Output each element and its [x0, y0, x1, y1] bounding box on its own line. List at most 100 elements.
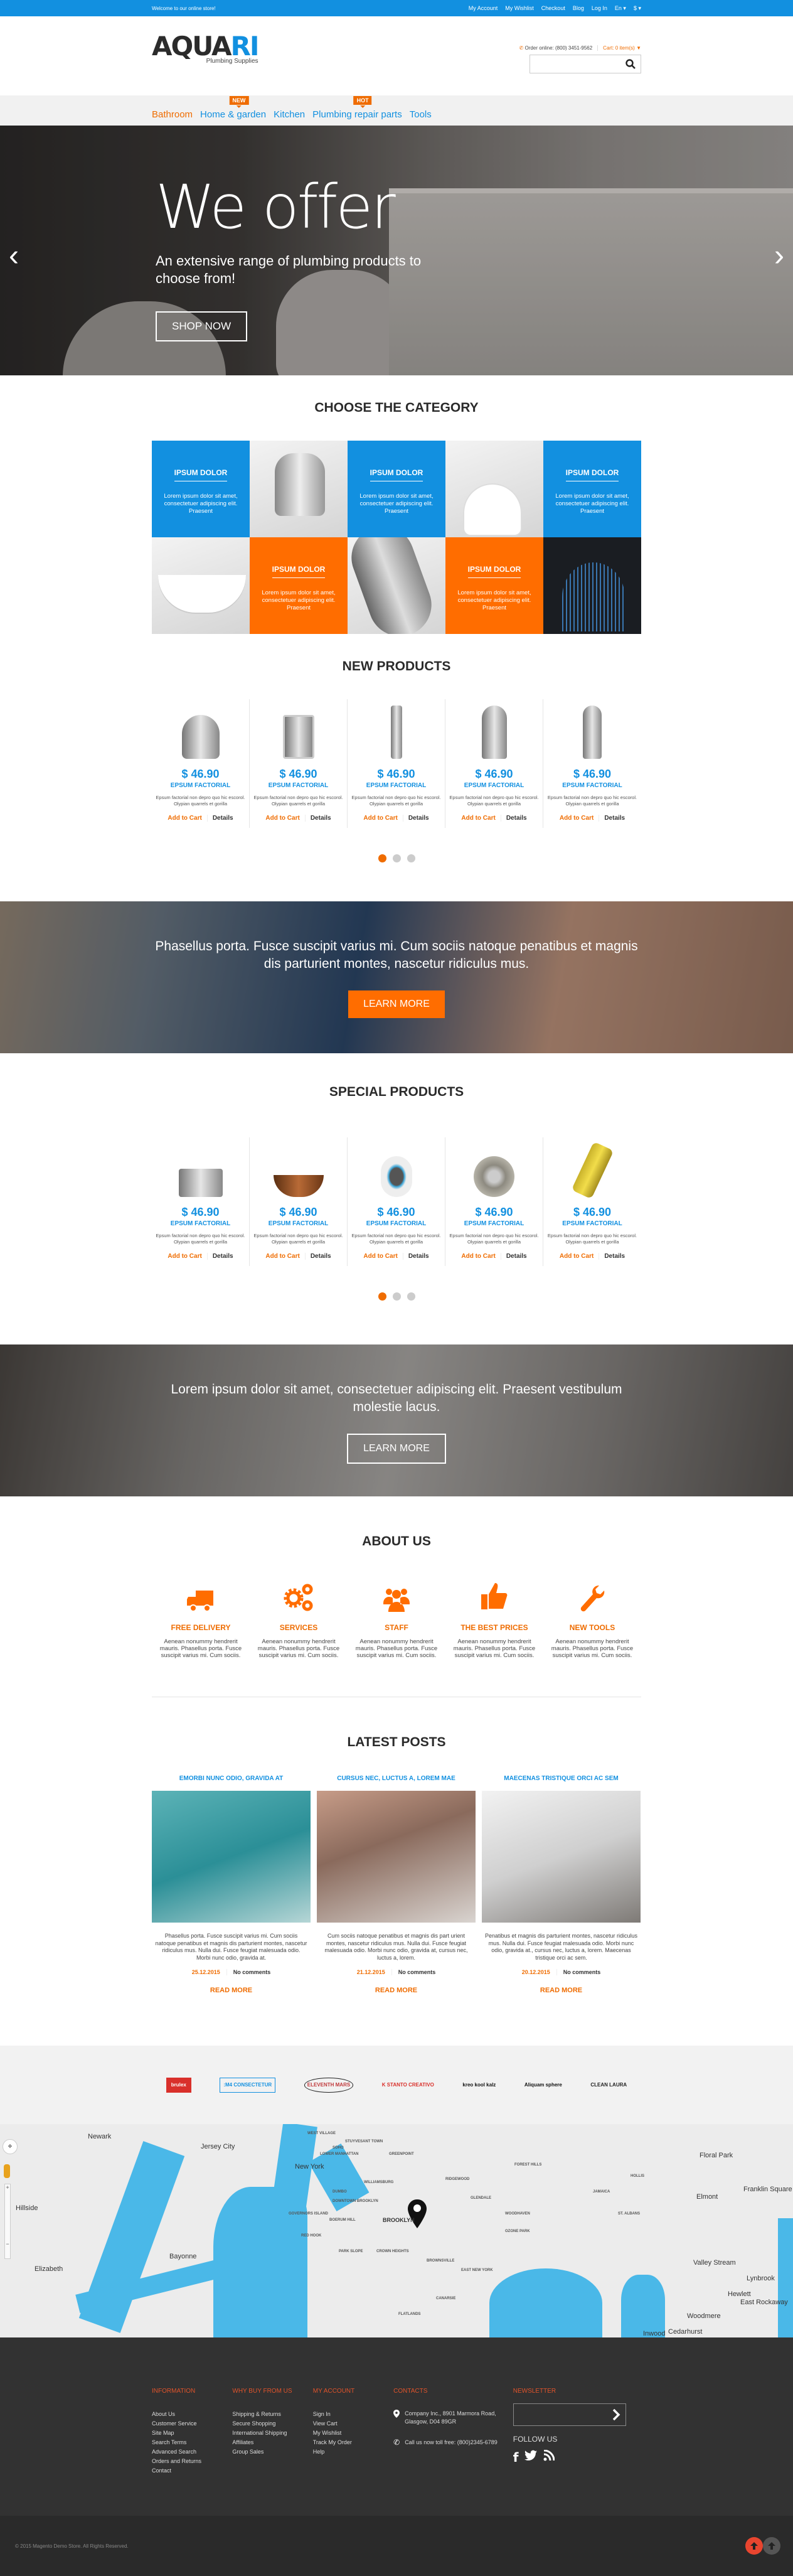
product-name[interactable]: EPSUM FACTORIAL	[449, 782, 539, 789]
product-image-pot-filler[interactable]	[156, 1137, 245, 1197]
post-title[interactable]: EMORBI NUNC ODIO, GRAVIDA AT	[152, 1775, 311, 1782]
search-input[interactable]	[530, 55, 641, 73]
footer-link-my-wishlist[interactable]: My Wishlist	[313, 2428, 393, 2438]
read-more-link[interactable]: READ MORE	[540, 1987, 582, 1994]
map-zoom-slider[interactable]: + −	[4, 2184, 11, 2259]
cart-dropdown[interactable]: Cart: 0 item(s) ▼	[597, 45, 641, 51]
category-image-shower[interactable]	[543, 537, 641, 634]
post-comments[interactable]: No comments	[557, 1969, 601, 1975]
newsletter-email-input[interactable]	[513, 2404, 625, 2425]
category-tile[interactable]: IPSUM DOLOR Lorem ipsum dolor sit amet, c…	[250, 537, 348, 634]
brand-logo[interactable]: brulex	[166, 2077, 191, 2093]
brand-logo[interactable]: :M4 CONSECTETUR	[220, 2077, 276, 2093]
pagination-dot[interactable]	[392, 1292, 401, 1301]
product-image-spring-faucet[interactable]	[547, 699, 637, 759]
product-name[interactable]: EPSUM FACTORIAL	[449, 1220, 539, 1227]
post-image[interactable]	[482, 1791, 641, 1923]
product-image-sink-strainer[interactable]	[156, 699, 245, 759]
scroll-to-top-arrow-up-icon[interactable]	[763, 2537, 780, 2555]
pagination-dot[interactable]	[392, 854, 401, 862]
add-to-cart-button[interactable]: Add to Cart	[265, 815, 306, 822]
footer-link-search-terms[interactable]: Search Terms	[152, 2438, 232, 2447]
product-name[interactable]: EPSUM FACTORIAL	[351, 1220, 441, 1227]
footer-link-advanced-search[interactable]: Advanced Search	[152, 2447, 232, 2457]
footer-link-customer-service[interactable]: Customer Service	[152, 2419, 232, 2428]
add-to-cart-button[interactable]: Add to Cart	[560, 815, 600, 822]
details-button[interactable]: Details	[599, 815, 625, 822]
slider-next-button[interactable]: ›	[774, 239, 784, 273]
map-marker-pin-icon[interactable]	[408, 2199, 427, 2231]
post-image[interactable]	[317, 1791, 476, 1923]
footer-link-site-map[interactable]: Site Map	[152, 2428, 232, 2438]
post-comments[interactable]: No comments	[227, 1969, 271, 1975]
footer-link-view-cart[interactable]: View Cart	[313, 2419, 393, 2428]
footer-link-about-us[interactable]: About Us	[152, 2410, 232, 2419]
learn-more-button[interactable]: LEARN MORE	[348, 990, 445, 1018]
location-map[interactable]: ✥ + − Newark Jersey City New York BROOKLYN Ba…	[0, 2124, 793, 2337]
add-to-cart-button[interactable]: Add to Cart	[461, 1253, 501, 1260]
footer-link-affiliates[interactable]: Affiliates	[232, 2438, 312, 2447]
product-name[interactable]: EPSUM FACTORIAL	[547, 1220, 637, 1227]
read-more-link[interactable]: READ MORE	[210, 1987, 252, 1994]
shop-now-button[interactable]: SHOP NOW	[156, 311, 248, 341]
product-image-kitchen-faucet[interactable]	[449, 699, 539, 759]
brand-logo[interactable]: kreo kool kalz	[462, 2078, 496, 2093]
brand-logo[interactable]: CLEAN LAURA	[590, 2078, 627, 2093]
post-title[interactable]: CURSUS NEC, LUCTUS A, LOREM MAE	[317, 1775, 476, 1782]
details-button[interactable]: Details	[599, 1253, 625, 1260]
brand-logo[interactable]: Aliquam sphere	[524, 2078, 562, 2093]
details-button[interactable]: Details	[208, 815, 233, 822]
add-to-cart-button[interactable]: Add to Cart	[363, 1253, 403, 1260]
facebook-icon[interactable]: f	[513, 2450, 519, 2465]
checkout-link[interactable]: Checkout	[541, 5, 565, 12]
nav-item-kitchen[interactable]: Kitchen	[274, 109, 305, 120]
product-image-steel-sink[interactable]	[253, 699, 343, 759]
category-tile[interactable]: IPSUM DOLOR Lorem ipsum dolor sit amet, c…	[348, 441, 445, 537]
my-account-link[interactable]: My Account	[469, 5, 498, 12]
product-name[interactable]: EPSUM FACTORIAL	[351, 782, 441, 789]
add-to-cart-button[interactable]: Add to Cart	[461, 815, 501, 822]
pagination-dot[interactable]	[378, 1292, 386, 1301]
logo[interactable]: AQUARI Plumbing Supplies	[152, 33, 259, 65]
pagination-dot[interactable]	[407, 854, 415, 862]
street-view-pegman-icon[interactable]	[4, 2164, 10, 2178]
details-button[interactable]: Details	[403, 1253, 429, 1260]
newsletter-submit-chevron-icon[interactable]	[612, 2408, 620, 2424]
details-button[interactable]: Details	[208, 1253, 233, 1260]
post-comments[interactable]: No comments	[392, 1969, 436, 1975]
category-tile[interactable]: IPSUM DOLOR Lorem ipsum dolor sit amet, c…	[445, 537, 543, 634]
footer-link-help[interactable]: Help	[313, 2447, 393, 2457]
product-image-pipe-cutter[interactable]	[547, 1137, 637, 1199]
learn-more-button[interactable]: LEARN MORE	[347, 1434, 446, 1464]
product-name[interactable]: EPSUM FACTORIAL	[156, 782, 245, 789]
product-image-drain-strainer[interactable]	[449, 1137, 539, 1197]
details-button[interactable]: Details	[403, 815, 429, 822]
footer-link-secure-shopping[interactable]: Secure Shopping	[232, 2419, 312, 2428]
footer-link-orders-and-returns[interactable]: Orders and Returns	[152, 2457, 232, 2466]
product-name[interactable]: EPSUM FACTORIAL	[253, 782, 343, 789]
currency-dropdown[interactable]: $ ▾	[634, 5, 641, 12]
nav-item-home-garden[interactable]: Home & garden NEW	[200, 95, 266, 120]
details-button[interactable]: Details	[501, 1253, 527, 1260]
brand-logo[interactable]: K STANTO CREATIVO	[382, 2078, 434, 2093]
category-tile[interactable]: IPSUM DOLOR Lorem ipsum dolor sit amet, c…	[543, 441, 641, 537]
product-name[interactable]: EPSUM FACTORIAL	[253, 1220, 343, 1227]
add-to-cart-button[interactable]: Add to Cart	[560, 1253, 600, 1260]
product-image-shower-head[interactable]	[351, 1137, 441, 1197]
nav-item-bathroom[interactable]: Bathroom	[152, 109, 193, 120]
product-name[interactable]: EPSUM FACTORIAL	[156, 1220, 245, 1227]
slider-prev-button[interactable]: ‹	[9, 239, 19, 273]
add-to-cart-button[interactable]: Add to Cart	[168, 1253, 208, 1260]
category-tile[interactable]: IPSUM DOLOR Lorem ipsum dolor sit amet, c…	[152, 441, 250, 537]
nav-item-plumbing-repair-parts[interactable]: Plumbing repair parts HOT	[312, 95, 402, 120]
twitter-icon[interactable]	[524, 2450, 538, 2465]
pagination-dot[interactable]	[378, 854, 386, 862]
footer-link-track-my-order[interactable]: Track My Order	[313, 2438, 393, 2447]
nav-item-tools[interactable]: Tools	[410, 109, 432, 120]
add-to-cart-button[interactable]: Add to Cart	[168, 815, 208, 822]
footer-link-group-sales[interactable]: Group Sales	[232, 2447, 312, 2457]
details-button[interactable]: Details	[306, 1253, 331, 1260]
product-image-soap-dispenser[interactable]	[351, 699, 441, 759]
footer-link-shipping-returns[interactable]: Shipping & Returns	[232, 2410, 312, 2419]
product-name[interactable]: EPSUM FACTORIAL	[547, 782, 637, 789]
